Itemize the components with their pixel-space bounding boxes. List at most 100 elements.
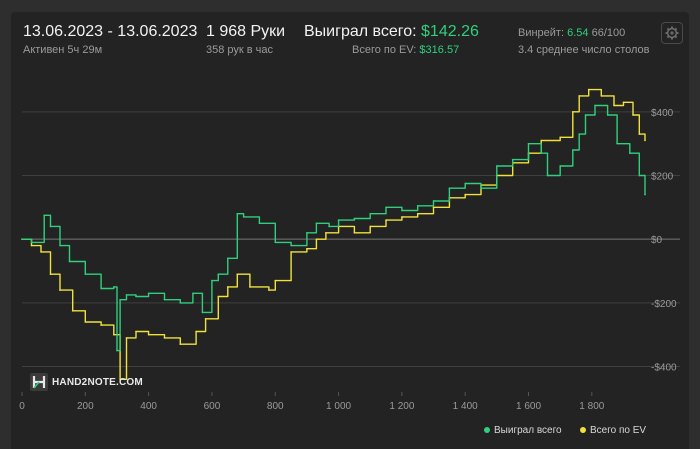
y-tick-label: -$200 bbox=[651, 299, 677, 310]
data-point bbox=[629, 152, 631, 155]
data-point bbox=[315, 222, 318, 225]
data-point bbox=[511, 158, 514, 161]
data-point bbox=[527, 142, 530, 145]
data-point bbox=[464, 182, 466, 185]
data-point bbox=[274, 279, 277, 282]
x-tick-label: 1 800 bbox=[579, 401, 604, 412]
data-point bbox=[59, 244, 61, 247]
x-tick-label: 1 200 bbox=[389, 401, 414, 412]
legend-dot-ev bbox=[580, 427, 586, 434]
data-point bbox=[147, 333, 150, 336]
data-point bbox=[113, 333, 115, 336]
data-point bbox=[594, 104, 596, 107]
data-point bbox=[385, 206, 387, 209]
data-point bbox=[30, 241, 33, 244]
data-point bbox=[116, 349, 118, 352]
y-axis: $400 $200 $0 -$200 -$400 bbox=[651, 108, 677, 374]
legend-item-ev[interactable]: Всего по EV bbox=[580, 425, 646, 436]
data-point bbox=[546, 174, 549, 177]
legend-label-won: Выиграл всего bbox=[494, 425, 562, 436]
data-point bbox=[163, 298, 166, 301]
data-point bbox=[480, 187, 482, 190]
data-point bbox=[49, 225, 52, 228]
data-point bbox=[147, 292, 150, 295]
series-line-won bbox=[22, 104, 646, 352]
x-tick-label: 1 400 bbox=[453, 401, 478, 412]
data-point bbox=[274, 241, 277, 244]
data-point bbox=[43, 214, 45, 217]
data-point bbox=[369, 212, 372, 215]
data-point bbox=[201, 311, 204, 314]
data-point bbox=[100, 324, 102, 326]
data-point bbox=[21, 238, 23, 240]
data-point bbox=[84, 273, 87, 276]
legend-item-won[interactable]: Выиграл всего bbox=[484, 425, 562, 436]
data-point bbox=[578, 133, 580, 135]
data-point bbox=[125, 337, 128, 339]
data-point bbox=[249, 286, 251, 288]
x-tick-label: 400 bbox=[140, 401, 157, 412]
data-point bbox=[622, 101, 625, 104]
data-point bbox=[638, 133, 641, 135]
hand2note-logo-icon bbox=[30, 373, 48, 391]
data-point bbox=[113, 286, 115, 288]
data-point bbox=[578, 95, 580, 97]
data-point bbox=[638, 174, 641, 177]
series-line-ev bbox=[22, 88, 646, 380]
data-point bbox=[416, 204, 419, 207]
data-point bbox=[135, 330, 137, 333]
y-tick-label: $400 bbox=[651, 108, 674, 119]
data-point bbox=[179, 343, 182, 346]
data-point bbox=[68, 260, 71, 263]
data-point bbox=[268, 289, 270, 291]
x-tick-label: 600 bbox=[204, 401, 221, 412]
y-tick-label: $200 bbox=[651, 172, 674, 183]
data-point bbox=[464, 193, 466, 196]
data-point bbox=[644, 139, 646, 142]
data-point bbox=[401, 216, 403, 218]
data-point bbox=[40, 251, 42, 253]
data-point bbox=[385, 219, 387, 221]
data-point bbox=[236, 273, 239, 276]
legend-dot-won bbox=[484, 427, 490, 434]
legend-label-ev: Всего по EV bbox=[590, 425, 647, 436]
x-tick-label: 1 600 bbox=[516, 401, 541, 412]
data-point bbox=[236, 212, 239, 215]
data-point bbox=[315, 238, 318, 240]
data-point bbox=[226, 286, 229, 288]
x-tick-label: 200 bbox=[77, 401, 94, 412]
data-point bbox=[632, 114, 634, 116]
data-point bbox=[135, 295, 137, 298]
data-point bbox=[325, 232, 327, 234]
data-point bbox=[540, 139, 542, 142]
data-point bbox=[606, 114, 609, 116]
data-point bbox=[584, 114, 587, 116]
data-point bbox=[119, 298, 121, 301]
data-point bbox=[217, 273, 220, 276]
data-point bbox=[572, 111, 574, 113]
data-point bbox=[587, 88, 590, 91]
data-point bbox=[204, 317, 207, 320]
data-point bbox=[59, 289, 61, 291]
data-point bbox=[448, 187, 451, 190]
data-point bbox=[496, 165, 498, 167]
x-tick-label: 1 000 bbox=[326, 401, 351, 412]
data-point bbox=[192, 292, 194, 295]
data-point bbox=[306, 232, 308, 234]
x-tick-label: 800 bbox=[267, 401, 284, 412]
logo-text: HAND2NOTE.COM bbox=[52, 376, 143, 388]
data-point bbox=[353, 217, 356, 220]
data-point bbox=[600, 95, 603, 97]
data-point bbox=[258, 222, 261, 225]
data-point bbox=[179, 302, 182, 304]
data-point bbox=[226, 257, 229, 260]
data-point bbox=[49, 273, 52, 276]
data-point bbox=[369, 225, 372, 228]
data-point bbox=[84, 321, 87, 323]
data-point bbox=[432, 200, 435, 202]
data-point bbox=[616, 142, 618, 145]
data-point bbox=[290, 251, 292, 253]
data-point bbox=[71, 310, 74, 312]
y-tick-label: $0 bbox=[651, 235, 663, 246]
data-point bbox=[337, 219, 340, 221]
